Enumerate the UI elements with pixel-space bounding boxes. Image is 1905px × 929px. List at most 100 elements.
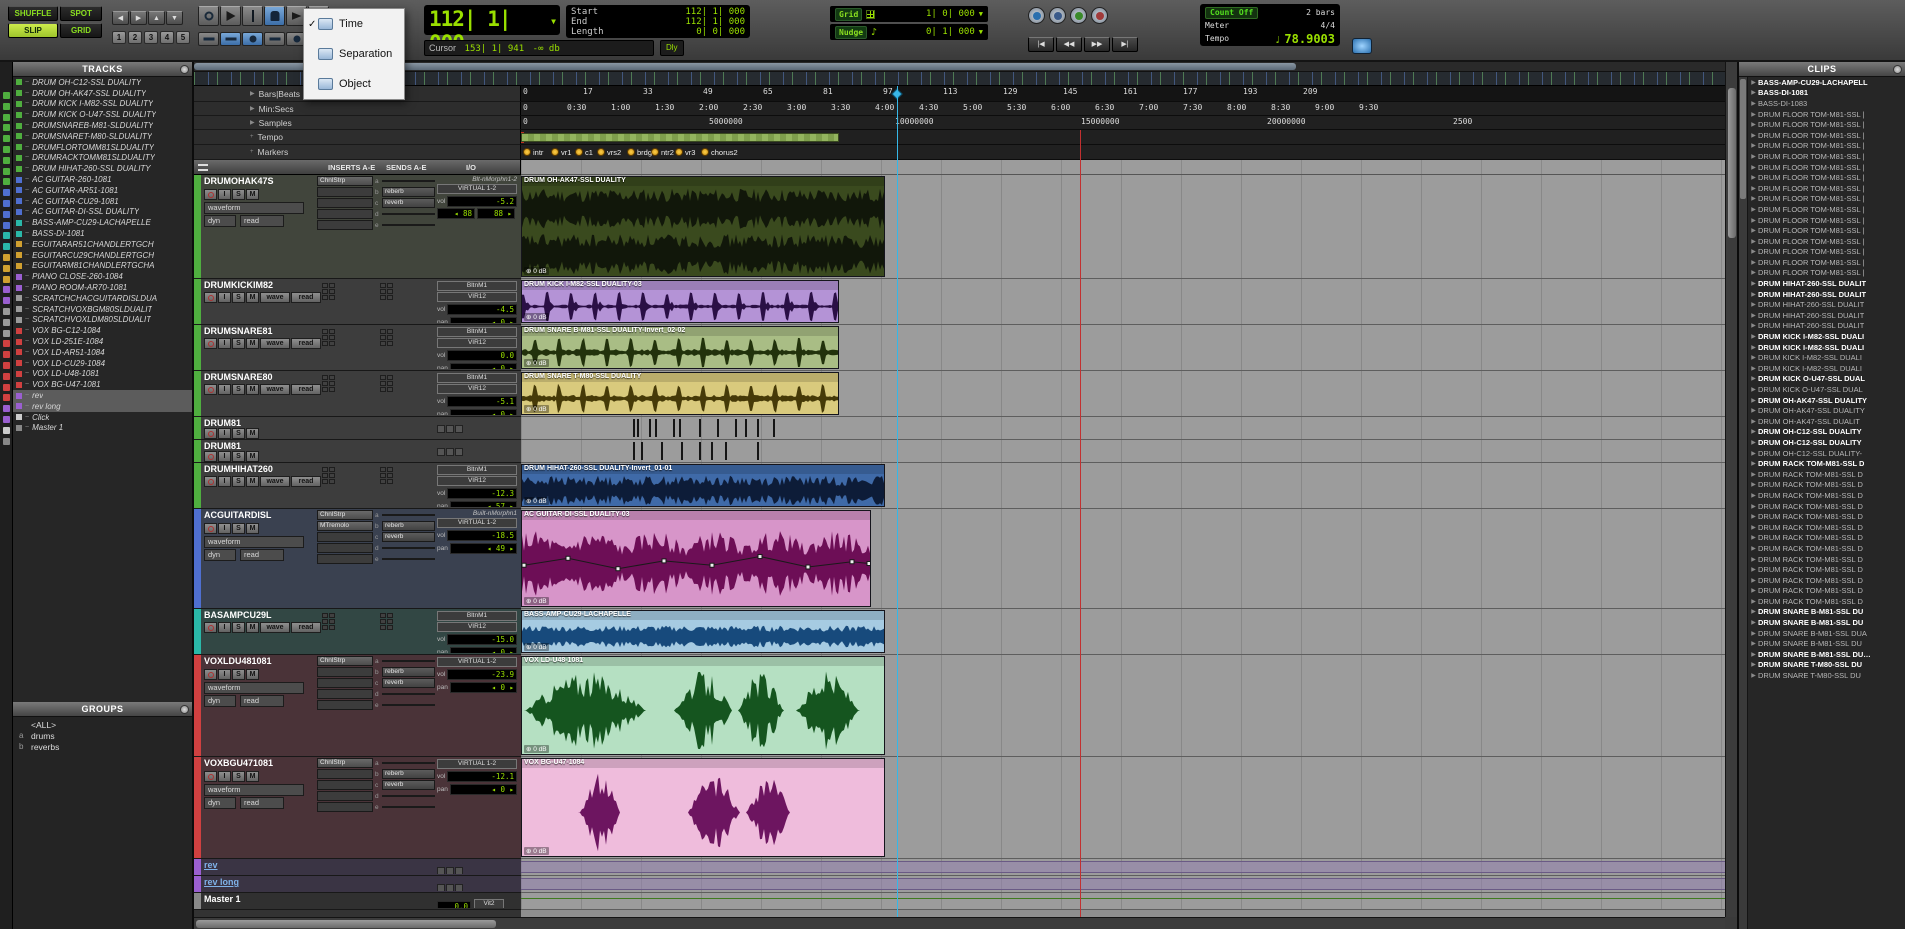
track-lane[interactable]: [521, 417, 1725, 440]
clip-list-item[interactable]: ▶ DRUM RACK TOM-M81-SSL D: [1749, 533, 1905, 544]
volume-value[interactable]: -23.9: [447, 669, 517, 680]
zoomer-tool-button[interactable]: [198, 6, 219, 26]
io-column[interactable]: VIRTUAL 1-2 vol -23.9 pan ◂ 0 ▸: [437, 656, 517, 755]
input-monitor-button[interactable]: I: [218, 189, 231, 200]
clip-expand-icon[interactable]: ▶: [1749, 386, 1758, 393]
clip-expand-icon[interactable]: ▶: [1749, 450, 1758, 457]
send-slot[interactable]: c reverb: [375, 780, 435, 790]
track-view-selector[interactable]: wave: [260, 622, 290, 633]
delay-indicator[interactable]: Dly: [660, 40, 684, 56]
clip-list-item[interactable]: ▶ DRUM RACK TOM-M81-SSL D: [1749, 554, 1905, 565]
output-path-selector[interactable]: VIRTUAL 1-2: [437, 759, 517, 769]
sidebar-track-item[interactable]: ~ DRUM KICK I-M82-SSL DUALITY: [13, 99, 192, 110]
track-view-selector[interactable]: wave: [260, 476, 290, 487]
send-slot[interactable]: b reberb: [375, 187, 435, 197]
clip-list-item[interactable]: ▶ DRUM FLOOR TOM-M81-SSL |: [1749, 257, 1905, 268]
sidebar-track-item[interactable]: ~ DRUM KICK O-U47-SSL DUALITY: [13, 109, 192, 120]
inserts-column-header[interactable]: INSERTS A-E: [328, 163, 375, 172]
clip-list-item[interactable]: ▶ DRUM FLOOR TOM-M81-SSL |: [1749, 119, 1905, 130]
dyn-selector[interactable]: dyn: [204, 549, 236, 561]
send-slot[interactable]: b reberb: [375, 521, 435, 531]
clip-list-item[interactable]: ▶ DRUM SNARE B-M81-SSL DU: [1749, 638, 1905, 649]
zoom-preset-3-button[interactable]: 3: [144, 31, 158, 44]
sidebar-track-item[interactable]: ~ VOX LD-AR51-1084: [13, 347, 192, 358]
send-slot[interactable]: a: [375, 656, 435, 666]
marker-chip[interactable]: vr1: [551, 147, 571, 157]
clip-list-item[interactable]: ▶ BASS-DI-1083: [1749, 98, 1905, 109]
track-lane[interactable]: BASS-AMP-CU29-LACHAPELLE ⊕ 0 dB: [521, 609, 1725, 655]
clip-expand-icon[interactable]: ▶: [1749, 503, 1758, 510]
volume-value[interactable]: -4.5: [447, 304, 517, 315]
track-header[interactable]: DRUM81 I S M: [194, 417, 521, 440]
insert-slot[interactable]: [317, 769, 373, 779]
clip-expand-icon[interactable]: ▶: [1749, 524, 1758, 531]
track-view-selector[interactable]: wave: [260, 338, 290, 349]
track-name[interactable]: DRUM81: [204, 418, 316, 428]
tab-to-transient-toggle[interactable]: [198, 32, 219, 46]
clip-list-item[interactable]: ▶ DRUM FLOOR TOM-M81-SSL |: [1749, 268, 1905, 279]
insert-slot[interactable]: [317, 700, 373, 710]
sidebar-track-item[interactable]: ~ VOX LD-251E-1084: [13, 336, 192, 347]
track-mini-button[interactable]: [446, 425, 454, 433]
track-mini-button[interactable]: [446, 867, 454, 874]
meter-value[interactable]: 4/4: [1321, 21, 1335, 30]
nudge-label[interactable]: Nudge: [835, 25, 868, 39]
clip-list-item[interactable]: ▶ DRUM HIHAT-260-SSL DUALIT: [1749, 310, 1905, 321]
track-lane[interactable]: DRUM SNARE B-M81-SSL DUALITY-Invert_02-0…: [521, 325, 1725, 371]
clip-expand-icon[interactable]: ▶: [1749, 418, 1758, 425]
clip-list-item[interactable]: ▶ DRUM SNARE T-M80-SSL DU: [1749, 670, 1905, 681]
clip-expand-icon[interactable]: ▶: [1749, 322, 1758, 329]
groups-panel-collapse-button[interactable]: [180, 705, 189, 714]
clip-list-item[interactable]: ▶ DRUM RACK TOM-M81-SSL D: [1749, 596, 1905, 607]
send-slot[interactable]: a: [375, 176, 435, 186]
clip-gain-badge[interactable]: ⊕ 0 dB: [524, 643, 549, 651]
track-view-selector[interactable]: wave: [260, 292, 290, 303]
inserts-mini-grid[interactable]: [322, 329, 335, 346]
insert-slot[interactable]: ChnlStrp: [317, 758, 373, 768]
insert-slot[interactable]: [317, 543, 373, 553]
grid-caret-icon[interactable]: ▼: [979, 10, 983, 18]
record-enable-button[interactable]: [204, 428, 217, 439]
zoom-vertical-midi-button[interactable]: ▼: [166, 11, 183, 25]
sends-mini-grid[interactable]: [380, 329, 393, 346]
insert-slot[interactable]: ChnlStrp: [317, 176, 373, 186]
clip-gain-badge[interactable]: ⊕ 0 dB: [524, 267, 549, 275]
mute-button[interactable]: M: [246, 476, 259, 487]
sidebar-track-item[interactable]: ~ DRUM OH-AK47-SSL DUALITY: [13, 88, 192, 99]
track-header[interactable]: rev: [194, 859, 521, 876]
clip-list-item[interactable]: ▶ DRUM RACK TOM-M81-SSL D: [1749, 586, 1905, 597]
track-list-menu-icon[interactable]: [198, 164, 208, 171]
clip-list-item[interactable]: ▶ DRUM RACK TOM-M81-SSL D: [1749, 575, 1905, 586]
track-mini-button[interactable]: [446, 448, 454, 456]
inserts-column[interactable]: ChnlStrp: [317, 176, 373, 277]
sidebar-track-item[interactable]: ~ DRUM OH-C12-SSL DUALITY: [13, 77, 192, 88]
insert-slot[interactable]: [317, 667, 373, 677]
record-enable-button[interactable]: [204, 669, 217, 680]
grid-value-row[interactable]: Grid 1| 0| 000 ▼: [830, 6, 988, 22]
clip-list-item[interactable]: ▶ DRUM SNARE B-M81-SSL DUA: [1749, 628, 1905, 639]
clip-expand-icon[interactable]: ▶: [1749, 259, 1758, 266]
record-enable-button[interactable]: [204, 338, 217, 349]
track-name[interactable]: rev long: [204, 877, 316, 887]
track-lane[interactable]: DRUM HIHAT-260-SSL DUALITY-Invert_01-01 ⊕…: [521, 463, 1725, 509]
marker-chip[interactable]: intr: [523, 147, 543, 157]
sends-column[interactable]: a b reberb c reverb d e: [375, 510, 435, 607]
io-column[interactable]: BltnM1 VIR12 vol -4.5 pan ◂ 0 ▸: [437, 280, 517, 323]
vertical-scrollbar[interactable]: [1725, 62, 1737, 917]
audio-clip[interactable]: DRUM OH-AK47-SSL DUALITY ⊕ 0 dB: [521, 176, 885, 277]
insert-slot[interactable]: [317, 689, 373, 699]
clip-list-item[interactable]: ▶ DRUM FLOOR TOM-M81-SSL |: [1749, 247, 1905, 258]
automation-mode-selector[interactable]: read: [291, 622, 321, 633]
sidebar-track-item[interactable]: ~ EGUITARCU29CHANDLERTGCH: [13, 250, 192, 261]
clip-list-item[interactable]: ▶ DRUM OH-C12-SSL DUALITY: [1749, 437, 1905, 448]
sends-mini-grid[interactable]: [380, 283, 393, 300]
solo-button[interactable]: S: [232, 771, 245, 782]
insert-slot[interactable]: [317, 209, 373, 219]
insert-slot[interactable]: [317, 802, 373, 812]
clip-list-item[interactable]: ▶ DRUM SNARE B-M81-SSL DU: [1749, 607, 1905, 618]
insert-slot[interactable]: [317, 554, 373, 564]
solo-button[interactable]: S: [232, 338, 245, 349]
markers-ruler[interactable]: intr vr1 c1 vrs2 brdg ntr2 vr3 chorus2: [521, 145, 1725, 160]
insert-slot[interactable]: [317, 678, 373, 688]
zoom-preset-2-button[interactable]: 2: [128, 31, 142, 44]
